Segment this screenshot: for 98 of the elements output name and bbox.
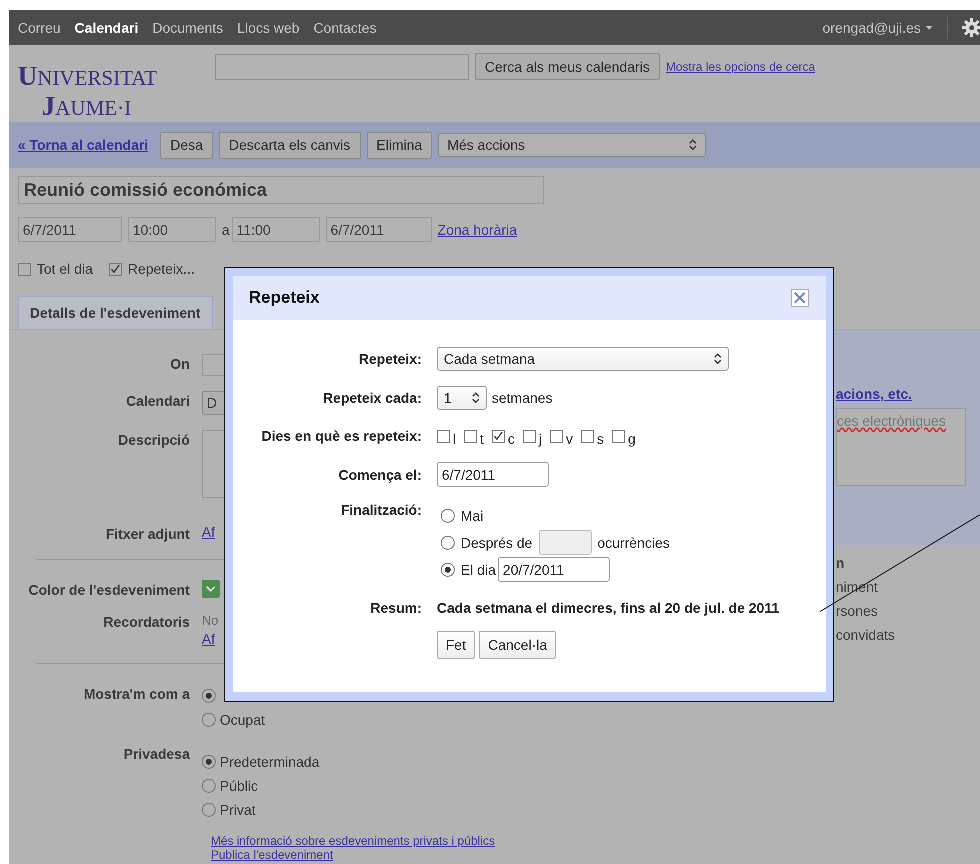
nav-link[interactable]: Contactes bbox=[314, 20, 377, 36]
checkbox[interactable] bbox=[18, 262, 31, 276]
start-date-field[interactable]: 6/7/2011 bbox=[437, 462, 549, 487]
nav-link[interactable]: Calendari bbox=[74, 20, 139, 36]
field-label: Privadesa bbox=[122, 745, 190, 764]
toolbar-button[interactable]: Elimina bbox=[366, 132, 432, 158]
checkbox[interactable] bbox=[523, 430, 536, 442]
interval-select[interactable]: 1 bbox=[437, 386, 487, 410]
day-label: s bbox=[597, 431, 604, 447]
radio-button[interactable] bbox=[441, 562, 455, 576]
up-down-icon bbox=[472, 392, 480, 404]
option-label: ocurrències bbox=[598, 534, 670, 550]
option-label: Després de bbox=[461, 534, 533, 550]
radio-label: Públic bbox=[220, 778, 258, 794]
repeat-select[interactable]: Cada setmana bbox=[437, 347, 729, 371]
radio-label: Predeterminada bbox=[220, 754, 320, 770]
field-label: Repeteix cada: bbox=[322, 390, 422, 406]
day-label: c bbox=[508, 431, 516, 447]
close-button[interactable] bbox=[791, 289, 809, 307]
section-heading: n bbox=[836, 554, 846, 573]
radio-button[interactable] bbox=[202, 779, 216, 793]
dialog-button[interactable]: Fet bbox=[437, 631, 476, 659]
radio-button[interactable] bbox=[441, 509, 455, 523]
start-date-field[interactable]: 6/7/2011 bbox=[18, 217, 122, 242]
field-label: Fitxer adjunt bbox=[104, 525, 190, 544]
field-label: Comença el: bbox=[338, 466, 422, 482]
day-label: t bbox=[480, 431, 484, 447]
to-label: a bbox=[222, 222, 230, 238]
attach-link[interactable]: Af bbox=[202, 524, 216, 540]
radio-button[interactable] bbox=[202, 713, 216, 727]
checkbox[interactable] bbox=[581, 430, 594, 442]
field-label: Descripció bbox=[117, 431, 190, 450]
university-logo: UNIVERSITAT JAUME·I bbox=[17, 60, 158, 120]
option-label: convidats bbox=[836, 626, 896, 645]
radio-button[interactable] bbox=[202, 803, 216, 817]
field-label: Recordatoris bbox=[102, 613, 190, 632]
radio-label: Ocupat bbox=[220, 712, 266, 728]
dialog-button[interactable]: Cancel·la bbox=[479, 631, 556, 659]
unit-label: setmanes bbox=[492, 390, 553, 406]
day-label: l bbox=[453, 431, 456, 447]
reminder-text: No bbox=[202, 612, 219, 630]
toolbar-button[interactable]: Descarta els canvis bbox=[219, 132, 361, 158]
checkbox[interactable] bbox=[612, 430, 626, 442]
field-label: Repeteix: bbox=[358, 351, 422, 367]
up-down-icon bbox=[714, 353, 722, 365]
settings-icon[interactable] bbox=[962, 18, 980, 38]
end-date-field[interactable]: 20/7/2011 bbox=[498, 557, 610, 582]
checkbox[interactable] bbox=[109, 262, 122, 276]
color-select[interactable] bbox=[202, 580, 220, 598]
option-label: Mai bbox=[461, 508, 484, 524]
radio-label: Privat bbox=[220, 802, 256, 818]
field-label: Finalització: bbox=[340, 502, 422, 518]
radio-button[interactable] bbox=[202, 689, 216, 703]
nav-link[interactable]: Llocs web bbox=[237, 20, 300, 36]
nav-link[interactable]: Correu bbox=[18, 20, 61, 36]
field-label: Dies en què es repeteix: bbox=[260, 428, 422, 444]
chevron-icon bbox=[206, 585, 216, 593]
option-label: rsones bbox=[836, 602, 880, 621]
end-date-field[interactable]: 6/7/2011 bbox=[326, 217, 432, 242]
info-link[interactable]: Més informació sobre esdeveniments privats i públics bbox=[211, 834, 836, 848]
field-label: Resum: bbox=[370, 600, 422, 616]
panel-link[interactable]: acions, etc. bbox=[836, 386, 980, 402]
checkbox[interactable] bbox=[492, 430, 506, 442]
checkbox-label: Tot el dia bbox=[37, 261, 94, 277]
radio-button[interactable] bbox=[441, 536, 455, 550]
account-menu[interactable]: orengad@uji.es bbox=[822, 20, 921, 36]
day-label: j bbox=[539, 431, 542, 447]
event-title-field[interactable]: Reunió comissió económica bbox=[18, 176, 544, 204]
add-reminder-link[interactable]: Af bbox=[202, 630, 219, 648]
checkbox-label: Repeteix... bbox=[128, 261, 195, 277]
occurrences-field[interactable] bbox=[538, 530, 592, 555]
start-time-field[interactable]: 10:00 bbox=[128, 217, 216, 242]
search-field[interactable] bbox=[215, 54, 469, 80]
tab[interactable]: Detalls de l'esdeveniment bbox=[18, 296, 213, 329]
toolbar-button[interactable]: Desa bbox=[160, 132, 214, 158]
checkbox[interactable] bbox=[550, 430, 564, 442]
summary-text: Cada setmana el dimecres, fins al 20 de jul. de 2011 bbox=[437, 600, 780, 616]
field-label: On bbox=[170, 355, 190, 374]
nav-link[interactable]: Documents bbox=[152, 20, 224, 36]
checkbox[interactable] bbox=[437, 430, 450, 442]
checkbox[interactable] bbox=[464, 430, 478, 442]
dialog-title: Repeteix bbox=[249, 288, 320, 308]
field-label: Mostra'm com a bbox=[82, 685, 190, 704]
search-button[interactable]: Cerca als meus calendaris bbox=[475, 53, 660, 80]
day-label: g bbox=[628, 431, 636, 447]
up-down-icon bbox=[689, 139, 698, 151]
day-label: v bbox=[566, 431, 574, 447]
field-label: Calendari bbox=[125, 392, 190, 411]
option-label: El dia bbox=[461, 562, 496, 578]
back-link[interactable]: « Torna al calendari bbox=[18, 137, 148, 153]
field-label: Color de l'esdeveniment bbox=[28, 581, 190, 600]
timezone-link[interactable]: Zona horària bbox=[438, 222, 518, 238]
info-link[interactable]: Publica l'esdeveniment bbox=[211, 848, 836, 862]
radio-button[interactable] bbox=[202, 755, 216, 769]
more-actions-select[interactable]: Més accions bbox=[438, 133, 706, 157]
end-time-field[interactable]: 11:00 bbox=[232, 217, 320, 242]
caret-icon bbox=[926, 26, 933, 30]
search-options-link[interactable]: Mostra les opcions de cerca bbox=[666, 60, 816, 74]
